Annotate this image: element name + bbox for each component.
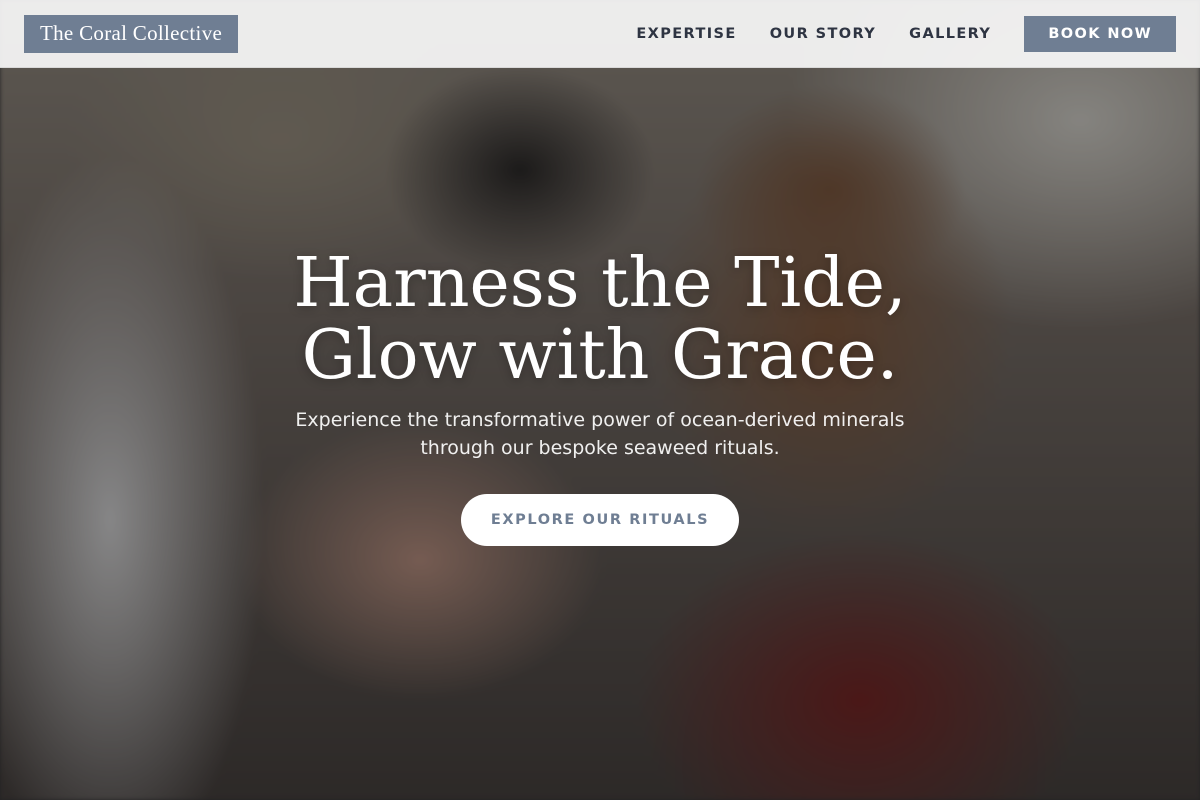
- logo[interactable]: The Coral Collective: [24, 14, 239, 53]
- hero-subtitle-line-2: through our bespoke seaweed rituals.: [420, 437, 780, 459]
- hero-title: Harness the Tide, Glow with Grace.: [0, 248, 1200, 392]
- hero-section: Harness the Tide, Glow with Grace. Exper…: [0, 248, 1200, 546]
- main-nav: EXPERTISE OUR STORY GALLERY BOOK NOW: [603, 15, 1176, 52]
- site-header: The Coral Collective EXPERTISE OUR STORY…: [0, 0, 1200, 68]
- hero-title-line-1: Harness the Tide,: [293, 244, 907, 323]
- hero-title-line-2: Glow with Grace.: [301, 316, 899, 395]
- hero-subtitle-line-1: Experience the transformative power of o…: [295, 409, 905, 431]
- page: The Coral Collective EXPERTISE OUR STORY…: [0, 0, 1200, 800]
- hero-subtitle: Experience the transformative power of o…: [250, 406, 950, 462]
- explore-rituals-button[interactable]: EXPLORE OUR RITUALS: [461, 494, 739, 546]
- nav-link-expertise[interactable]: EXPERTISE: [636, 26, 736, 42]
- nav-link-gallery[interactable]: GALLERY: [909, 26, 991, 42]
- book-now-button[interactable]: BOOK NOW: [1024, 15, 1176, 52]
- nav-link-our-story[interactable]: OUR STORY: [770, 26, 876, 42]
